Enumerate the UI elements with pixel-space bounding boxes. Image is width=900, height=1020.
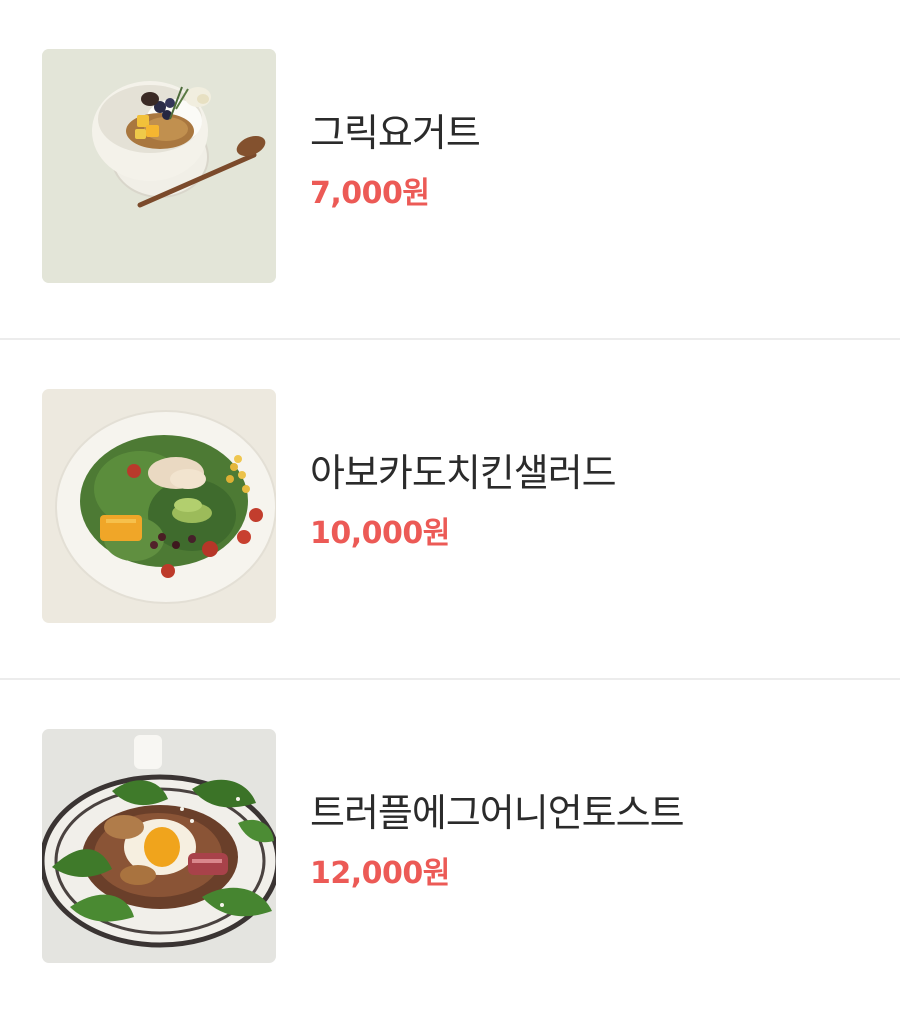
menu-item-price: 10,000원 bbox=[310, 516, 450, 551]
truffle-egg-onion-toast-image[interactable] bbox=[42, 729, 276, 963]
menu-item-info: 트러플에그어니언토스트 12,000원 bbox=[310, 788, 685, 894]
menu-item-name: 트러플에그어니언토스트 bbox=[310, 791, 685, 835]
menu-item-name: 그릭요거트 bbox=[310, 111, 481, 155]
menu-item-name: 아보카도치킨샐러드 bbox=[310, 451, 617, 495]
menu-item-avocado-chicken-salad[interactable]: 아보카도치킨샐러드 10,000원 bbox=[0, 340, 900, 680]
truffle-egg-onion-toast-photo bbox=[42, 729, 276, 963]
menu-item-truffle-egg-onion-toast[interactable]: 트러플에그어니언토스트 12,000원 bbox=[0, 680, 900, 1020]
menu-item-price: 12,000원 bbox=[310, 856, 450, 891]
menu-item-price: 7,000원 bbox=[310, 176, 430, 211]
greek-yogurt-image[interactable] bbox=[42, 49, 276, 283]
avocado-chicken-salad-photo bbox=[42, 389, 276, 623]
greek-yogurt-photo bbox=[42, 49, 276, 283]
menu-list: 그릭요거트 7,000원 아보카도치킨샐러드 10,000원 트러플에그어니언토… bbox=[0, 0, 900, 1020]
menu-item-greek-yogurt[interactable]: 그릭요거트 7,000원 bbox=[0, 0, 900, 340]
menu-item-info: 아보카도치킨샐러드 10,000원 bbox=[310, 448, 617, 554]
menu-item-info: 그릭요거트 7,000원 bbox=[310, 108, 481, 214]
avocado-chicken-salad-image[interactable] bbox=[42, 389, 276, 623]
